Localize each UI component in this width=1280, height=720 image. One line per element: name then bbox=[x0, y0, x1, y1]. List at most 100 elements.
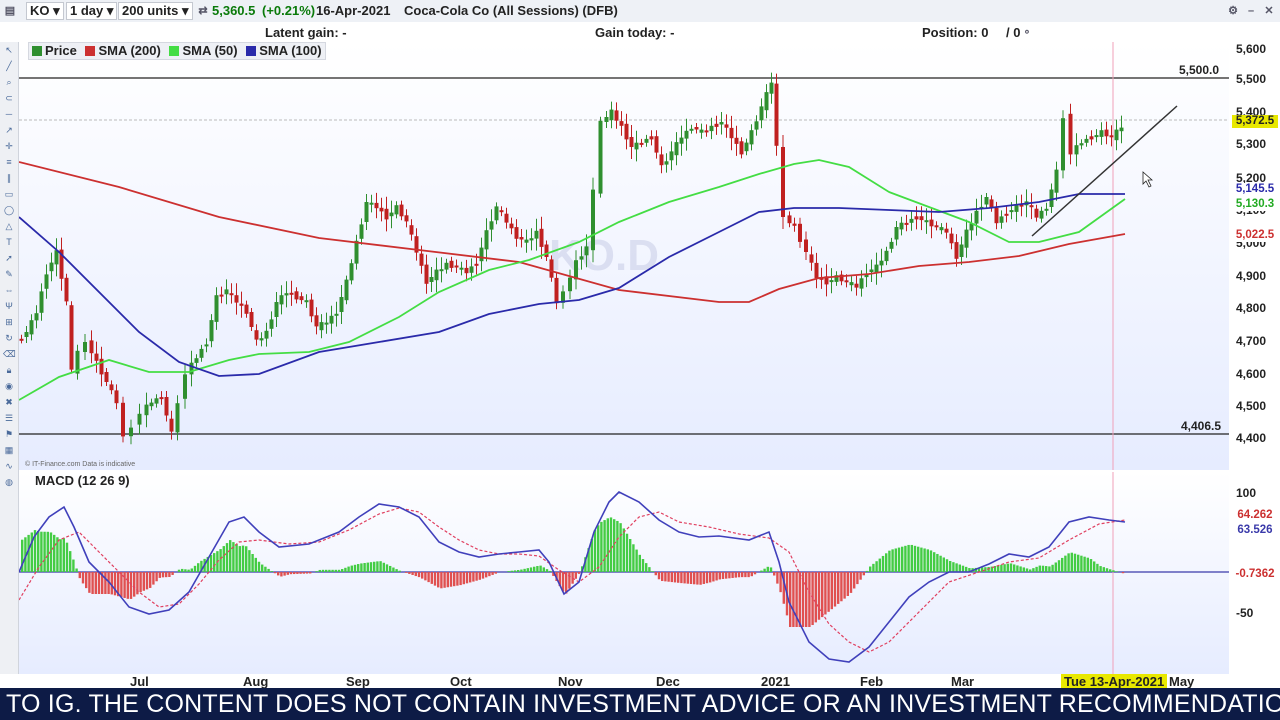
macd-histogram-bar bbox=[341, 569, 344, 572]
candle-body bbox=[354, 240, 359, 264]
candle-body bbox=[49, 262, 54, 272]
macd-histogram-bar bbox=[267, 568, 270, 572]
macd-chart-svg: MACD (12 26 9) bbox=[18, 472, 1229, 674]
macd-histogram-bar bbox=[606, 518, 609, 572]
macd-histogram-bar bbox=[405, 572, 408, 573]
position-link-icon[interactable]: ∘ bbox=[1020, 25, 1034, 39]
macd-histogram-bar bbox=[549, 570, 552, 572]
macd-histogram-bar bbox=[792, 572, 795, 627]
price-tick: 5,500 bbox=[1236, 72, 1267, 86]
rectangle-icon[interactable]: ▭ bbox=[3, 188, 15, 200]
macd-histogram-bar bbox=[641, 559, 645, 572]
macd-histogram-bar bbox=[69, 551, 72, 572]
cycle-icon[interactable]: ↻ bbox=[3, 332, 15, 344]
macd-panel[interactable]: MACD (12 26 9) bbox=[18, 472, 1229, 674]
fibonacci-icon[interactable]: ≡ bbox=[3, 156, 15, 168]
candle-body bbox=[219, 294, 224, 297]
sync-icon[interactable]: ⇄ bbox=[196, 4, 210, 18]
macd-histogram-bar bbox=[289, 572, 293, 575]
magnet-icon[interactable]: ⊂ bbox=[3, 92, 15, 104]
macd-histogram-bar bbox=[734, 572, 737, 578]
pencil-icon[interactable]: ✎ bbox=[3, 268, 15, 280]
macd-histogram-bar bbox=[789, 572, 792, 627]
eye-icon[interactable]: ◉ bbox=[3, 380, 15, 392]
macd-histogram-bar bbox=[849, 572, 853, 593]
eraser-icon[interactable]: ⌫ bbox=[3, 348, 16, 360]
candle-body bbox=[909, 218, 914, 223]
ellipse-icon[interactable]: ◯ bbox=[3, 204, 15, 216]
candle-body bbox=[798, 223, 802, 242]
triangle-icon[interactable]: △ bbox=[3, 220, 15, 232]
gann-icon[interactable]: ⊞ bbox=[3, 316, 15, 328]
macd-histogram-bar bbox=[843, 572, 846, 599]
settings-icon[interactable]: ⚙ bbox=[1226, 4, 1240, 18]
layers-icon[interactable]: ☰ bbox=[3, 412, 15, 424]
macd-histogram-bar bbox=[923, 548, 926, 572]
macd-histogram-bar bbox=[958, 564, 961, 572]
macd-histogram-bar bbox=[1032, 568, 1035, 572]
crosshair-icon[interactable]: ✛ bbox=[3, 140, 15, 152]
candle-body bbox=[899, 222, 904, 230]
horizontal-line-icon[interactable]: ─ bbox=[3, 108, 15, 120]
candle-body bbox=[639, 142, 644, 145]
macd-histogram-bar bbox=[523, 568, 526, 572]
macd-histogram-bar bbox=[869, 566, 872, 572]
macd-histogram-bar bbox=[885, 553, 888, 572]
time-axis[interactable]: Jul Aug Sep Oct Nov Dec 2021 Feb Mar Tue… bbox=[19, 674, 1229, 689]
chart-menu-icon[interactable]: ▤ bbox=[3, 4, 17, 18]
candle-body bbox=[619, 121, 624, 126]
interval-dropdown[interactable]: 1 day ▾ bbox=[66, 2, 118, 20]
line-tool-icon[interactable]: ╱ bbox=[3, 60, 15, 72]
macd-histogram-bar bbox=[1102, 567, 1105, 572]
legend-sma50[interactable]: SMA (50) bbox=[182, 43, 237, 58]
template-icon[interactable]: ▦ bbox=[3, 444, 15, 456]
trash-icon[interactable]: ✖ bbox=[3, 396, 15, 408]
macd-histogram-bar bbox=[981, 567, 984, 572]
candle-body bbox=[464, 267, 469, 274]
candle-body bbox=[689, 128, 694, 131]
pointer-icon[interactable]: ↖ bbox=[3, 44, 15, 56]
minimize-icon[interactable]: – bbox=[1244, 4, 1258, 18]
macd-histogram-bar bbox=[142, 572, 145, 591]
macd-histogram-bar bbox=[513, 570, 517, 572]
macd-histogram-bar bbox=[1073, 553, 1077, 572]
arrow-icon[interactable]: ➚ bbox=[3, 252, 15, 264]
price-axis[interactable]: 5,600 5,500 5,400 5,300 5,200 5,100 5,00… bbox=[1230, 42, 1280, 470]
measure-icon[interactable]: ⇔ bbox=[3, 284, 15, 296]
legend-price[interactable]: Price bbox=[45, 43, 77, 58]
alert-icon[interactable]: ⚑ bbox=[3, 428, 15, 440]
macd-histogram-bar bbox=[251, 554, 254, 572]
price-chart-panel[interactable]: 5,500.0 4,406.5 KO.D © IT-Finance.com Data … bbox=[18, 42, 1229, 470]
lock-icon[interactable]: 🔒︎ bbox=[3, 364, 15, 376]
candle-body bbox=[175, 403, 180, 433]
macd-histogram-bar bbox=[619, 523, 622, 572]
candle-body bbox=[294, 291, 299, 300]
macd-histogram-bar bbox=[776, 572, 779, 584]
macd-histogram-bar bbox=[670, 572, 673, 583]
candle-body bbox=[764, 92, 769, 111]
macd-histogram-bar bbox=[475, 572, 478, 581]
position-info-bar: Latent gain: - Gain today: - Position: 0… bbox=[0, 22, 1280, 42]
macd-histogram-bar bbox=[536, 566, 539, 572]
candle-body bbox=[1029, 205, 1034, 208]
text-tool-icon[interactable]: T bbox=[3, 236, 15, 248]
zoom-icon[interactable]: ⌕ bbox=[3, 76, 15, 88]
units-dropdown[interactable]: 200 units ▾ bbox=[118, 2, 193, 20]
candle-body bbox=[584, 246, 589, 256]
macd-histogram-bar bbox=[465, 572, 469, 584]
channel-icon[interactable]: ∥ bbox=[3, 172, 15, 184]
color-palette-icon[interactable]: ◍ bbox=[3, 476, 15, 488]
macd-histogram-bar bbox=[414, 572, 417, 577]
macd-histogram-bar bbox=[363, 563, 366, 572]
disclaimer-ticker: TO IG. THE CONTENT DOES NOT CONTAIN INVE… bbox=[0, 688, 1280, 720]
candle-body bbox=[694, 127, 699, 130]
candle-body bbox=[1049, 189, 1054, 207]
macd-histogram-bar bbox=[181, 568, 184, 572]
pitchfork-icon[interactable]: Ψ bbox=[3, 300, 15, 312]
symbol-dropdown[interactable]: KO ▾ bbox=[26, 2, 64, 20]
close-icon[interactable]: ✕ bbox=[1262, 4, 1276, 18]
indicator-icon[interactable]: ∿ bbox=[3, 460, 15, 472]
legend-sma200[interactable]: SMA (200) bbox=[98, 43, 160, 58]
ray-icon[interactable]: ↗ bbox=[3, 124, 15, 136]
legend-sma100[interactable]: SMA (100) bbox=[259, 43, 321, 58]
